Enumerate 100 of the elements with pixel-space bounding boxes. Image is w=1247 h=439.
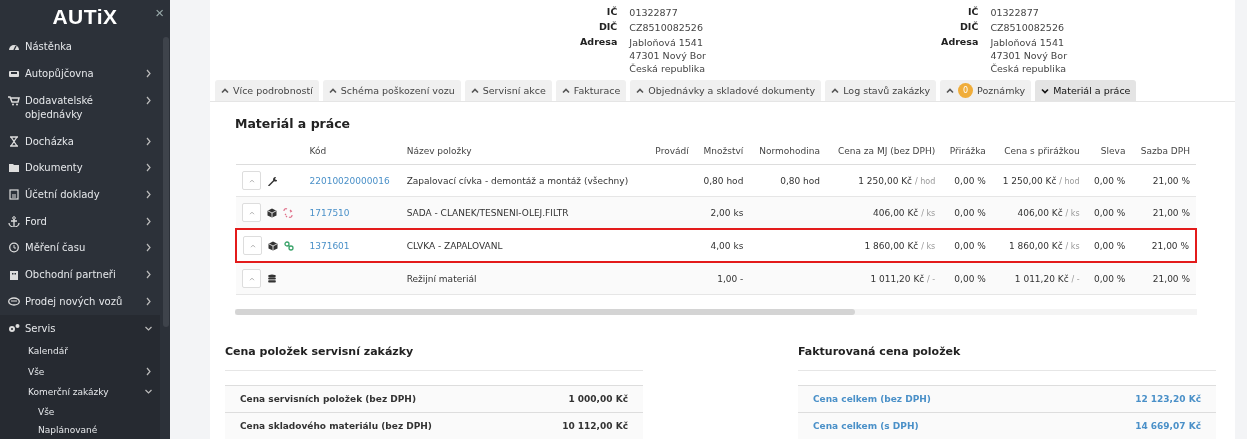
chevron-up-icon	[636, 87, 645, 94]
box-icon	[268, 240, 278, 251]
table-cell: Režijní materiál	[400, 262, 647, 295]
tab[interactable]: Servisní akce	[464, 80, 552, 102]
tab[interactable]: Fakturace	[555, 80, 627, 102]
field-value: Jabloňová 1541	[990, 36, 1065, 49]
chevron-up-icon	[248, 210, 255, 215]
nav-item[interactable]: Vše	[0, 361, 160, 383]
table-cell: Zapalovací cívka - demontáž a montáž (všechny)	[400, 164, 647, 197]
count-badge: 0	[958, 83, 974, 99]
nav-item[interactable]: Autopůjčovna	[0, 60, 160, 87]
field-label: IČ	[966, 6, 979, 19]
field-value: CZ8510082526	[990, 21, 1065, 34]
table-cell: 1 011,20 Kč / -	[991, 262, 1086, 295]
nav-item[interactable]: Ford	[0, 207, 160, 235]
clock-icon	[8, 242, 20, 254]
nav-item[interactable]: Nástěnka	[0, 33, 160, 61]
field-value: Jabloňová 1541	[629, 36, 704, 49]
column-header: Provádí	[646, 138, 695, 165]
column-header: Cena za MJ (bez DPH)	[826, 138, 942, 165]
chevron-up-icon	[328, 87, 337, 94]
expand-button[interactable]	[242, 171, 261, 190]
field-label: IČ	[605, 6, 618, 19]
unit-label: / ks	[1065, 241, 1080, 251]
summary-title: Cena položek servisní zakázky	[225, 345, 643, 371]
table-cell: 0,00 %	[941, 164, 992, 197]
nav-item[interactable]: Naplánované	[0, 421, 160, 439]
summary-label: Cena skladového materiálu (bez DPH)	[240, 421, 432, 431]
nav-item[interactable]: Obchodní partneři	[0, 261, 160, 288]
horizontal-scrollbar[interactable]	[235, 309, 1197, 315]
nav-item[interactable]: Vše	[0, 403, 160, 421]
nav-item[interactable]: Dokumenty	[0, 154, 160, 182]
expand-button[interactable]	[242, 203, 261, 222]
table-cell: 0,80 hod	[749, 164, 826, 197]
database-icon	[267, 273, 277, 284]
column-header: Název položky	[400, 138, 647, 165]
chevron-down-icon	[1041, 87, 1050, 94]
chevron-up-icon	[561, 87, 570, 94]
table-cell: 1 250,00 Kč / hod	[991, 164, 1086, 197]
cart-icon	[8, 94, 20, 106]
nav-item[interactable]: Měření času	[0, 234, 160, 262]
anchor-icon	[8, 215, 20, 227]
column-header: Sazba DPH	[1131, 138, 1196, 165]
unit-label: / ks	[921, 208, 936, 218]
table-cell: 0,80 hod	[694, 164, 750, 197]
field-value: Česká republika	[629, 62, 707, 75]
table-cell: 1 011,20 Kč / -	[826, 262, 942, 295]
car-icon	[8, 68, 20, 80]
column-header: Množství	[694, 138, 750, 165]
unit-label: / hod	[1059, 176, 1080, 186]
hourglass-icon	[8, 135, 20, 147]
field-value: 01322877	[629, 6, 679, 19]
unit-label: / hod	[914, 176, 936, 186]
column-header: Normohodina	[749, 138, 826, 165]
tab[interactable]: Materiál a práce	[1035, 80, 1137, 102]
summary-value: 1 000,00 Kč	[568, 394, 628, 404]
table-cell: 0,00 %	[1085, 262, 1132, 295]
column-header: Sleva	[1085, 138, 1132, 165]
column-header: Přirážka	[941, 138, 992, 165]
field-value: 47301 Nový Bor	[990, 49, 1068, 62]
nav-item[interactable]: Dodavatelské objednávky	[0, 86, 160, 128]
field-value: CZ8510082526	[629, 21, 704, 34]
chevron-up-icon	[249, 243, 256, 248]
chevron-up-icon	[831, 87, 840, 94]
nav-item[interactable]: Docházka	[0, 127, 160, 155]
chevron-up-icon	[248, 178, 255, 183]
tab[interactable]: Objednávky a skladové dokumenty	[630, 80, 822, 102]
nav-item[interactable]: Účetní doklady	[0, 181, 160, 208]
column-header: Cena s přirážkou	[991, 138, 1086, 165]
unit-label: / -	[927, 274, 936, 284]
tab[interactable]: 0 Poznámky	[940, 80, 1032, 102]
column-header: Kód	[303, 138, 401, 165]
table-cell: 21,00 %	[1131, 262, 1196, 295]
wrench-icon	[267, 175, 277, 186]
chevron-up-icon	[946, 87, 955, 94]
scrollbar[interactable]	[163, 37, 169, 327]
nav-item[interactable]: Servis	[0, 314, 160, 342]
item-code-link[interactable]: 22010020000016	[309, 175, 390, 186]
table-cell: 1 250,00 Kč / hod	[826, 164, 942, 197]
expand-button[interactable]	[242, 269, 261, 288]
field-value: 01322877	[990, 6, 1040, 19]
box-icon	[267, 207, 277, 218]
unit-label: / ks	[1065, 208, 1080, 218]
close-button[interactable]: ×	[155, 4, 164, 21]
tab[interactable]: Více podrobností	[215, 80, 319, 102]
field-label: Adresa	[941, 36, 979, 49]
field-value: Česká republika	[990, 62, 1068, 75]
field-value: 47301 Nový Bor	[629, 49, 707, 62]
tab[interactable]: Schéma poškození vozu	[322, 80, 461, 102]
item-code-link[interactable]: 1371601	[309, 240, 350, 251]
summary-title: Fakturovaná cena položek	[798, 345, 1216, 371]
table-cell: 0,00 %	[941, 262, 992, 295]
chevron-up-icon	[470, 87, 479, 94]
nav-item[interactable]: Prodej nových vozů	[0, 287, 160, 315]
nav-item[interactable]: Kalendář	[0, 341, 160, 362]
field-label: DIČ	[959, 21, 979, 34]
chevron-up-icon	[221, 87, 229, 94]
expand-button[interactable]	[243, 236, 262, 255]
tab[interactable]: Log stavů zakázky	[825, 80, 937, 102]
summary-value: 12 123,20 Kč	[1135, 394, 1201, 404]
